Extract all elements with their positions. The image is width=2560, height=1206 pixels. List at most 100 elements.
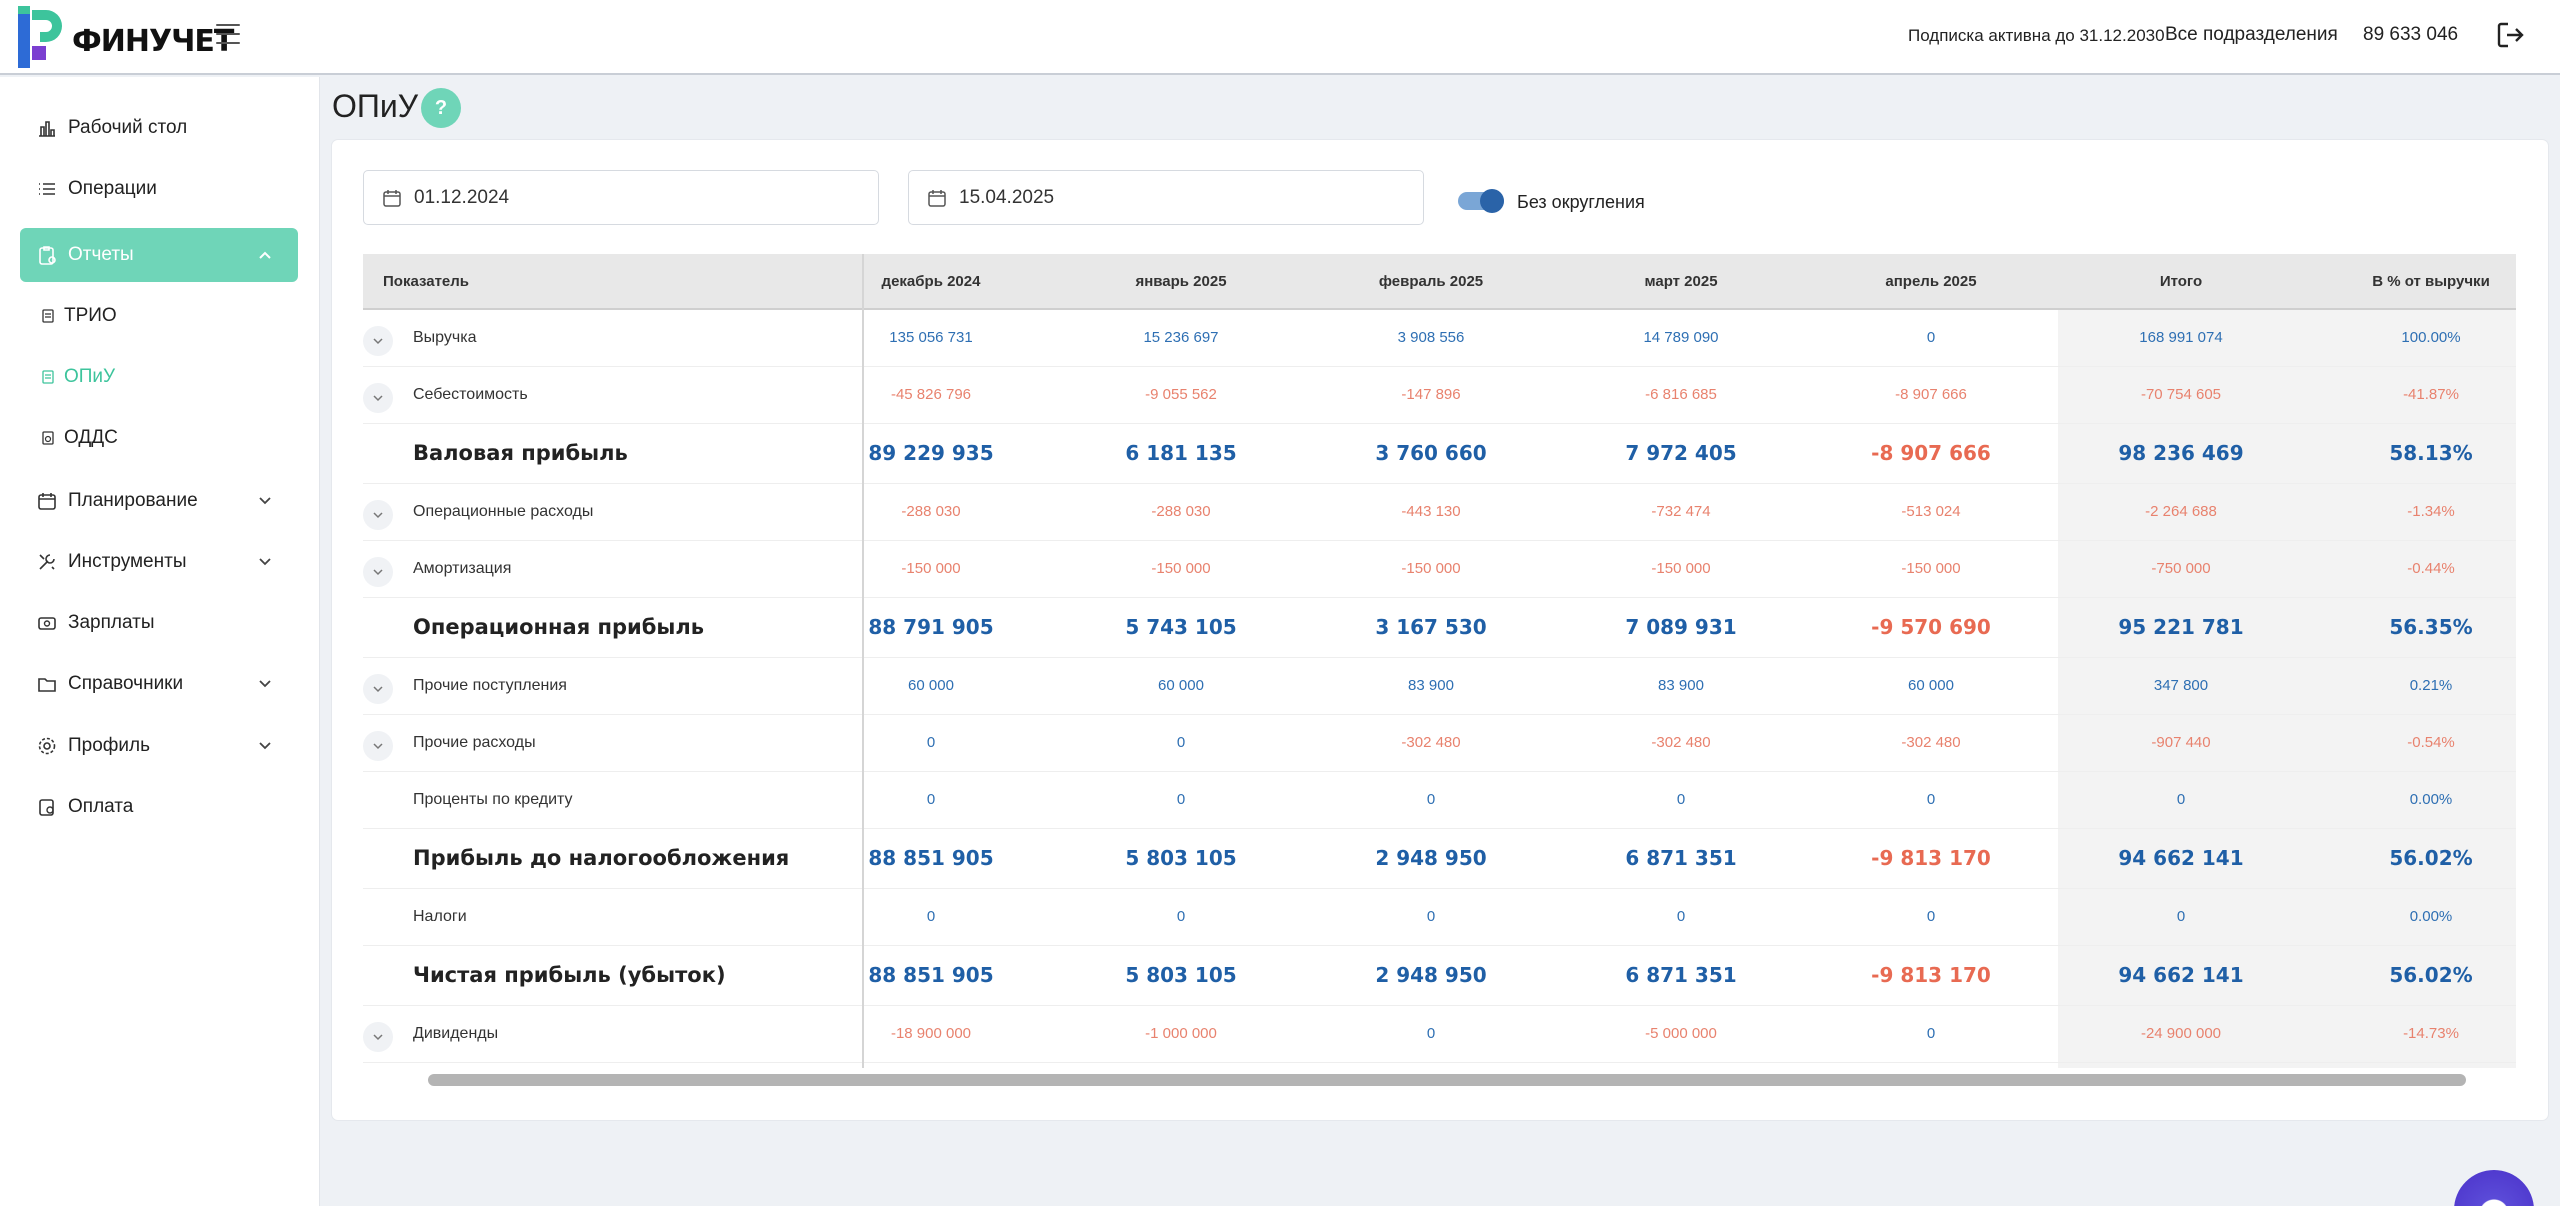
sidebar-item-operations[interactable]: Операции (20, 162, 298, 216)
division-selector[interactable]: Все подразделения (2165, 24, 2338, 46)
table-cell: -45 826 796 (890, 385, 972, 403)
table-cell: 5 743 105 (1125, 615, 1237, 639)
sidebar-subitem-trio[interactable]: ТРИО (40, 296, 117, 336)
table-cell: 98 236 469 (2118, 441, 2244, 465)
expand-row-chevron-icon[interactable] (363, 499, 393, 530)
expand-row-chevron-icon[interactable] (363, 556, 393, 587)
table-row: Чистая прибыль (убыток) 88 851 905 5 803 1… (363, 946, 2516, 1006)
sidebar-item-profile[interactable]: Профиль (20, 719, 298, 773)
row-label: Прочие поступления (413, 676, 567, 694)
menu-toggle-icon[interactable] (216, 24, 240, 44)
sidebar-item-directories[interactable]: Справочники (20, 657, 298, 711)
table-cell: 0 (1676, 790, 1686, 808)
help-button[interactable]: ? (421, 88, 461, 128)
table-cell: -302 480 (1901, 733, 1961, 751)
table-row: Налоги 0 0 0 0 0 0 0.00% (363, 889, 2516, 946)
table-cell: -41.87% (2403, 385, 2459, 403)
logo-mark-icon (18, 6, 62, 68)
table-row: Амортизация -150 000 -150 000 -150 000 -150 … (363, 541, 2516, 598)
calendar-icon (383, 189, 401, 207)
table-cell: -302 480 (1401, 733, 1461, 751)
date-from-field[interactable]: 01.12.2024 (363, 170, 879, 225)
sidebar-item-label: Рабочий стол (68, 117, 188, 138)
sidebar-item-salaries[interactable]: Зарплаты (20, 596, 298, 650)
table-cell: -9 570 690 (1871, 615, 1991, 639)
table-cell: 7 972 405 (1625, 441, 1737, 465)
table-cell: -14.73% (2403, 1024, 2459, 1042)
sidebar-subitem-odds[interactable]: ОДДС (40, 418, 118, 458)
table-cell: 2 948 950 (1375, 963, 1487, 987)
logo[interactable]: ФИНУЧЕТ (18, 6, 234, 68)
chevron-down-icon (259, 497, 271, 505)
horizontal-scrollbar[interactable] (428, 1074, 2466, 1086)
table-cell: -288 030 (1151, 502, 1211, 520)
table-cell: 0 (1926, 328, 1936, 346)
table-cell: 0 (926, 790, 936, 808)
table-cell: -150 000 (1151, 559, 1211, 577)
table-cell: 0 (2176, 790, 2186, 808)
table-cell: -0.44% (2407, 559, 2455, 577)
row-label: Налоги (413, 907, 467, 925)
sidebar-item-label: Планирование (68, 490, 198, 511)
table-cell: -18 900 000 (890, 1024, 972, 1042)
subscription-status: Подписка активна до 31.12.2030 (1908, 26, 2165, 45)
chevron-down-icon (259, 558, 271, 566)
table-cell: 0 (926, 733, 936, 751)
table-cell: 0.00% (2409, 790, 2453, 808)
table-row: Дивиденды -18 900 000 -1 000 000 0 -5 000 00… (363, 1006, 2516, 1063)
table-cell: 2 948 950 (1375, 846, 1487, 870)
date-to-field[interactable]: 15.04.2025 (908, 170, 1424, 225)
chat-widget-button[interactable] (2454, 1170, 2534, 1206)
account-phone: 89 633 046 (2363, 24, 2459, 45)
logout-icon[interactable] (2496, 20, 2526, 50)
table-cell: 60 000 (1908, 676, 1954, 694)
sidebar-item-label: Оплата (68, 796, 134, 817)
expand-row-chevron-icon[interactable] (363, 382, 393, 413)
sidebar-item-reports[interactable]: Отчеты (20, 228, 298, 282)
sidebar-item-payment[interactable]: Оплата (20, 780, 298, 834)
table-cell: 88 851 905 (868, 963, 994, 987)
table-cell: -732 474 (1651, 502, 1711, 520)
table-cell: -150 000 (1901, 559, 1961, 577)
table-cell: 94 662 141 (2118, 846, 2244, 870)
table-cell: -9 813 170 (1871, 846, 1991, 870)
table-cell: -2 264 688 (2145, 502, 2217, 520)
table-cell: 0 (1426, 1024, 1436, 1042)
table-row: Прочие расходы 0 0 -302 480 -302 480 -302 480… (363, 715, 2516, 772)
table-row: Себестоимость -45 826 796 -9 055 562 -147 8… (363, 367, 2516, 424)
expand-row-chevron-icon[interactable] (363, 673, 393, 704)
sidebar-item-planning[interactable]: Планирование (20, 474, 298, 528)
table-cell: 6 871 351 (1625, 846, 1737, 870)
expand-row-chevron-icon[interactable] (363, 730, 393, 761)
sidebar-item-label: Зарплаты (68, 612, 155, 633)
row-label: Проценты по кредиту (413, 790, 573, 808)
table-cell: -513 024 (1901, 502, 1961, 520)
table-cell: 0 (1676, 907, 1686, 925)
expand-row-chevron-icon[interactable] (363, 325, 393, 356)
table-cell: 168 991 074 (2139, 328, 2223, 346)
folder-icon (36, 673, 58, 695)
table-cell: -9 055 562 (1145, 385, 1217, 403)
document-icon (42, 370, 54, 384)
table-cell: 0 (1926, 907, 1936, 925)
sidebar-subitem-opiu[interactable]: ОПиУ (40, 357, 115, 397)
expand-row-chevron-icon[interactable] (363, 1021, 393, 1052)
sidebar-item-tools[interactable]: Инструменты (20, 535, 298, 589)
table-cell: 14 789 090 (1643, 328, 1719, 346)
table-cell: 88 791 905 (868, 615, 994, 639)
table-cell: -9 813 170 (1871, 963, 1991, 987)
table-cell: -0.54% (2407, 733, 2455, 751)
table-cell: 56.02% (2389, 963, 2473, 987)
date-to-value: 15.04.2025 (959, 186, 1055, 208)
no-rounding-toggle[interactable] (1458, 189, 1506, 213)
column-header: апрель 2025 (1885, 273, 1977, 290)
list-icon (36, 178, 58, 200)
sidebar-item-dashboard[interactable]: Рабочий стол (20, 101, 298, 155)
sidebar-item-label: Отчеты (68, 244, 134, 265)
sidebar-subitem-label: ТРИО (64, 305, 117, 326)
table-cell: 0 (1926, 790, 1936, 808)
table-cell: -750 000 (2151, 559, 2211, 577)
table-cell: 83 900 (1658, 676, 1704, 694)
row-label: Себестоимость (413, 385, 528, 403)
table-row: Выручка 135 056 731 15 236 697 3 908 556 14 … (363, 310, 2516, 367)
